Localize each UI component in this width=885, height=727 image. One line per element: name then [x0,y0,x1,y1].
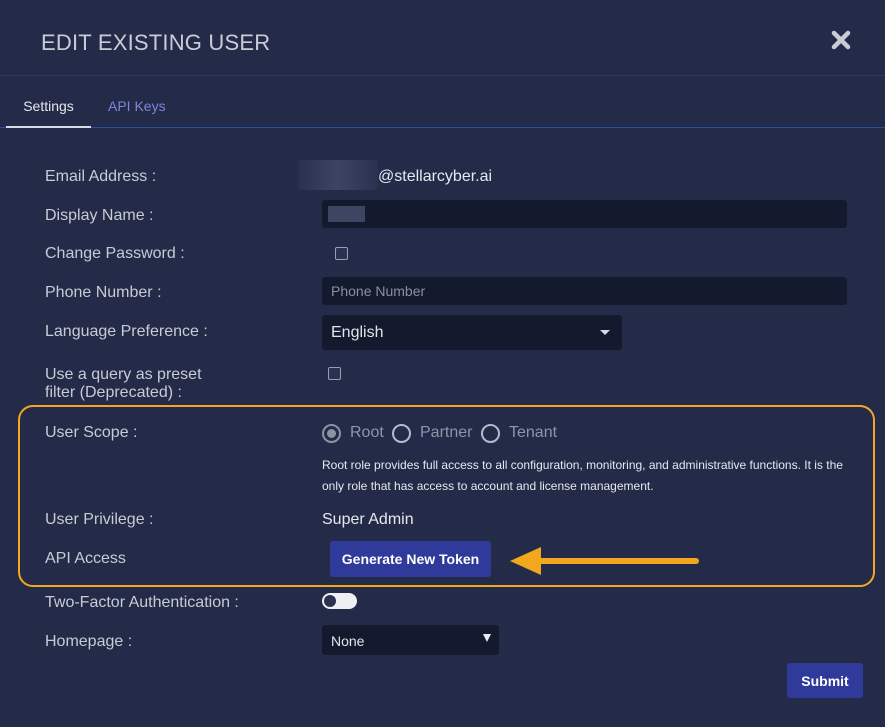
preset-filter-checkbox[interactable] [328,367,341,380]
user-scope-label: User Scope : [45,424,138,441]
caret-down-icon [483,634,491,642]
api-access-label: API Access [45,550,126,567]
display-name-redacted [328,206,365,222]
email-label: Email Address : [45,168,157,185]
scope-root-radio[interactable] [322,424,341,443]
language-label: Language Preference : [45,323,208,340]
scope-root-label: Root [350,424,384,441]
change-password-checkbox[interactable] [335,247,348,260]
submit-button[interactable]: Submit [787,663,863,698]
homepage-selected: None [331,633,365,649]
two-factor-toggle[interactable] [322,593,357,609]
preset-filter-label-line2: filter (Deprecated) : [45,384,182,401]
user-privilege-label: User Privilege : [45,511,154,528]
scope-tenant-label: Tenant [509,424,558,441]
phone-number-label: Phone Number : [45,284,162,301]
preset-filter-label: Use a query as preset filter (Deprecated… [45,366,202,402]
homepage-select[interactable]: None [322,625,499,655]
email-domain: @stellarcyber.ai [378,168,493,185]
scope-partner-label: Partner [420,424,473,441]
preset-filter-label-line1: Use a query as preset [45,366,202,383]
toggle-knob [324,595,336,607]
language-selected: English [331,324,384,341]
user-privilege-value: Super Admin [322,511,414,528]
tab-api-keys[interactable]: API Keys [108,86,166,128]
tab-bar: Settings API Keys [0,86,885,128]
tab-settings[interactable]: Settings [6,86,91,128]
edit-user-dialog: EDIT EXISTING USER Settings API Keys Ema… [0,0,885,727]
language-select[interactable]: English [322,315,622,350]
generate-token-button[interactable]: Generate New Token [330,541,491,577]
chevron-down-icon [600,330,610,335]
arrow-left-icon [510,547,699,575]
scope-description: Root role provides full access to all co… [322,458,843,493]
homepage-label: Homepage : [45,633,133,650]
scope-partner-radio[interactable] [392,424,411,443]
display-name-input[interactable] [322,200,847,228]
phone-number-input[interactable] [322,277,847,305]
display-name-label: Display Name : [45,207,154,224]
email-username-redacted [298,160,378,190]
change-password-label: Change Password : [45,245,185,262]
dialog-title: EDIT EXISTING USER [41,30,271,55]
two-factor-label: Two-Factor Authentication : [45,594,239,611]
dialog-header: EDIT EXISTING USER [0,0,885,76]
scope-tenant-radio[interactable] [481,424,500,443]
close-icon[interactable] [829,28,853,52]
